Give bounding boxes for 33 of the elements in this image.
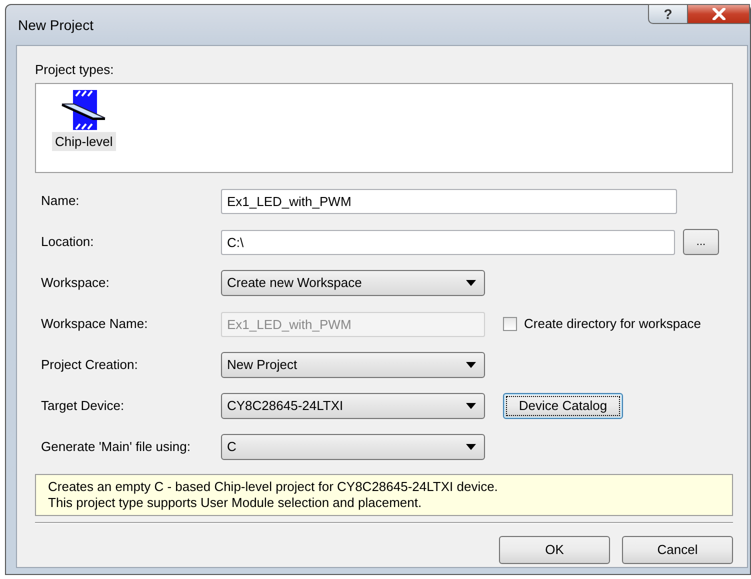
dropdown-value: CY8C28645-24LTXI bbox=[227, 397, 344, 416]
field-label: Generate 'Main' file using: bbox=[41, 438, 192, 456]
window-title: New Project bbox=[18, 16, 94, 35]
browse-button[interactable]: ... bbox=[683, 229, 719, 255]
dropdown-arrow-icon bbox=[466, 280, 476, 286]
field-label: Target Device: bbox=[41, 397, 126, 416]
catalog-button[interactable]: Device Catalog bbox=[503, 393, 623, 419]
field-label: Name: bbox=[41, 192, 80, 210]
dropdown-arrow-icon bbox=[466, 362, 476, 368]
field-label: Location: bbox=[41, 233, 95, 252]
ok-button[interactable]: OK bbox=[499, 536, 610, 564]
description-text: Creates an empty C - based Chip-level project for CY8C28645-24LTXI device. This project type supports User Module selection and placement. bbox=[35, 474, 733, 516]
field-label: Project Creation: bbox=[41, 356, 139, 374]
dropdown-value: New Project bbox=[227, 356, 298, 374]
text-field[interactable]: Ex1_LED_with_PWM bbox=[221, 188, 677, 214]
dropdown-arrow-icon bbox=[466, 444, 476, 450]
close-button[interactable] bbox=[688, 4, 750, 24]
field-label: Project types: bbox=[35, 61, 115, 79]
dropdown[interactable]: C bbox=[221, 434, 485, 460]
dropdown-value: C bbox=[227, 438, 236, 456]
chip-icon bbox=[60, 90, 107, 130]
cancel-button[interactable]: Cancel bbox=[622, 536, 733, 564]
field-label: Workspace: bbox=[41, 274, 110, 292]
dropdown[interactable]: CY8C28645-24LTXI bbox=[221, 393, 485, 419]
dropdown-arrow-icon bbox=[466, 403, 476, 409]
close-icon bbox=[710, 8, 726, 20]
dropdown-value: Create new Workspace bbox=[227, 274, 362, 292]
dropdown[interactable]: New Project bbox=[221, 352, 485, 378]
help-button[interactable]: ? bbox=[648, 4, 688, 24]
field-label: Workspace Name: bbox=[41, 315, 149, 334]
text-field[interactable]: C:\ bbox=[221, 230, 675, 254]
dropdown[interactable]: Create new Workspace bbox=[221, 270, 485, 296]
project-type-item[interactable]: Chip-level bbox=[52, 132, 116, 151]
